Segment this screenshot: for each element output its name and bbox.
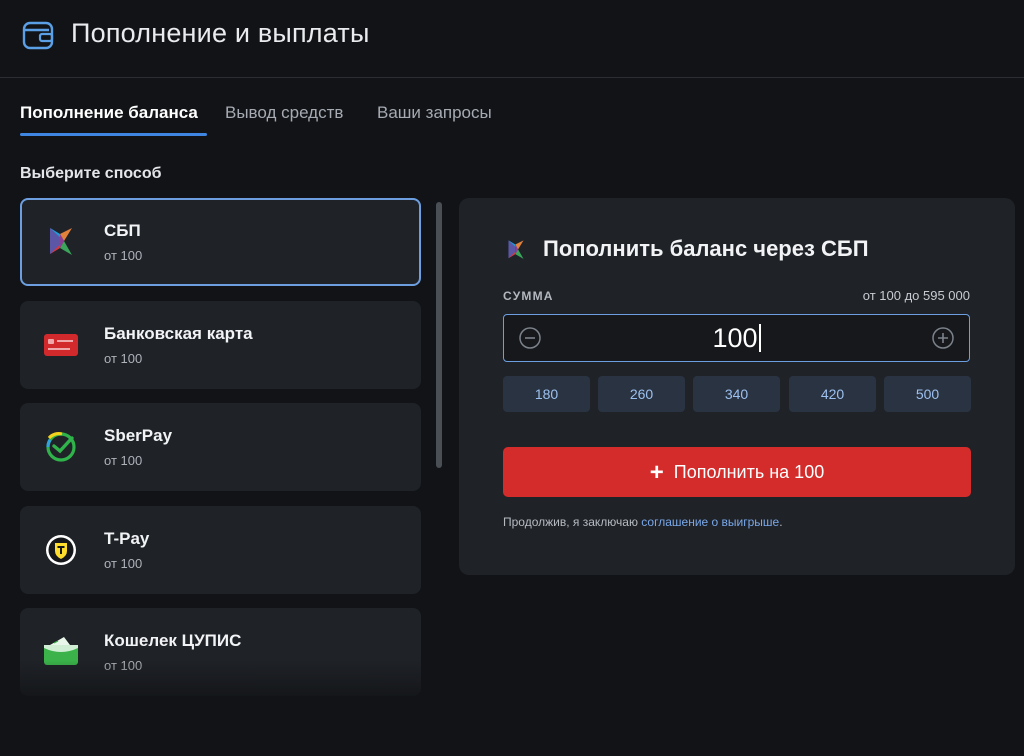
agreement-text: Продолжив, я заключаю соглашение о выигр…: [503, 515, 783, 529]
amount-presets: 180 260 340 420 500: [503, 376, 971, 412]
preset-button[interactable]: 420: [789, 376, 876, 412]
method-min: от 100: [104, 658, 143, 673]
agreement-link[interactable]: соглашение о выигрыше: [641, 515, 779, 529]
method-name: Кошелек ЦУПИС: [104, 631, 242, 650]
sbp-icon: [50, 228, 72, 255]
plus-circle-icon[interactable]: [932, 327, 954, 349]
tab-requests[interactable]: Ваши запросы: [377, 103, 492, 123]
preset-button[interactable]: 500: [884, 376, 971, 412]
deposit-submit-button[interactable]: + Пополнить на 100: [503, 447, 971, 497]
method-min: от 100: [104, 453, 143, 468]
method-name: СБП: [104, 221, 141, 240]
preset-button[interactable]: 340: [693, 376, 780, 412]
method-list-scrollbar[interactable]: [436, 202, 442, 468]
method-name: SberPay: [104, 426, 173, 445]
page-header: Пополнение и выплаты: [0, 0, 1024, 78]
method-name: T-Pay: [104, 529, 150, 548]
amount-range: от 100 до 595 000: [862, 288, 970, 303]
wallet-icon: [22, 21, 54, 50]
method-min: от 100: [104, 248, 143, 263]
method-min: от 100: [104, 351, 143, 366]
submit-label: Пополнить на 100: [673, 462, 825, 482]
method-bank-card[interactable]: Банковская карта от 100: [20, 301, 421, 389]
tpay-icon: [46, 535, 76, 565]
method-name: Банковская карта: [104, 324, 253, 343]
amount-value-wrap: 100: [504, 323, 969, 354]
preset-button[interactable]: 180: [503, 376, 590, 412]
panel-title: Пополнить баланс через СБП: [543, 236, 869, 261]
plus-icon: +: [649, 459, 664, 486]
agreement-prefix: Продолжив, я заключаю: [503, 515, 642, 529]
method-section-heading: Выберите способ: [20, 165, 162, 182]
cupis-wallet-icon: [44, 637, 78, 665]
amount-value: 100: [712, 323, 758, 353]
payment-method-list: СБП от 100 Банковская карта от 100 SberP…: [20, 198, 421, 698]
sberpay-icon: [46, 432, 76, 462]
tab-deposit[interactable]: Пополнение баланса: [20, 103, 198, 123]
method-tpay[interactable]: T-Pay от 100: [20, 506, 421, 594]
text-caret: [758, 324, 761, 352]
sbp-icon: [508, 240, 524, 259]
active-tab-indicator: [20, 133, 207, 136]
tab-withdraw[interactable]: Вывод средств: [225, 103, 343, 123]
method-sberpay[interactable]: SberPay от 100: [20, 403, 421, 491]
deposit-panel: Пополнить баланс через СБП СУММА от 100 …: [459, 198, 1015, 575]
page-title: Пополнение и выплаты: [71, 18, 370, 48]
method-cupis-wallet[interactable]: Кошелек ЦУПИС от 100: [20, 608, 421, 696]
amount-input[interactable]: 100: [503, 314, 970, 362]
agreement-suffix: .: [779, 515, 783, 529]
bank-card-icon: [44, 334, 78, 356]
amount-label: СУММА: [503, 289, 554, 303]
preset-button[interactable]: 260: [598, 376, 685, 412]
method-min: от 100: [104, 556, 143, 571]
method-sbp[interactable]: СБП от 100: [20, 198, 421, 286]
